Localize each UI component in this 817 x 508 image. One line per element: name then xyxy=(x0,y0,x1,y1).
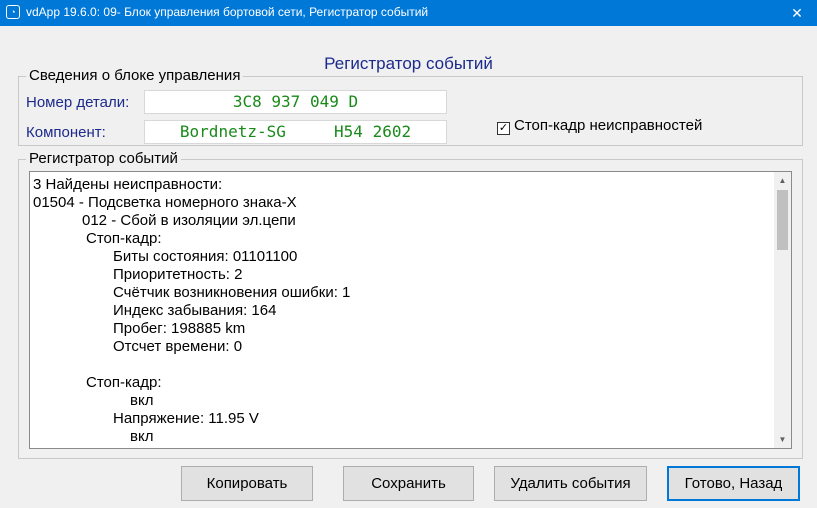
log-line: 01504 - Подсветка номерного знака-Х xyxy=(33,194,297,211)
title-bar: ◔ vdApp 19.6.0: 09- Блок управления борт… xyxy=(0,0,817,26)
scroll-up-icon[interactable]: ▲ xyxy=(774,172,791,189)
checkbox-box[interactable]: ✓ xyxy=(497,122,510,135)
vertical-scrollbar[interactable]: ▲ ▼ xyxy=(774,172,791,448)
log-line: Счётчик возникновения ошибки: 1 xyxy=(113,284,351,301)
log-line: Пробег: 198885 km xyxy=(113,320,246,337)
app-icon: ◔ xyxy=(6,5,20,19)
log-line: Напряжение: 11.95 V xyxy=(113,410,259,427)
scroll-down-icon[interactable]: ▼ xyxy=(774,431,791,448)
log-line: вкл xyxy=(130,392,154,409)
freeze-frame-checkbox-label: Стоп-кадр неисправностей xyxy=(514,117,703,134)
delete-events-button[interactable]: Удалить события xyxy=(494,466,647,501)
event-log-textbox[interactable]: 3 Найдены неисправности: 01504 - Подсвет… xyxy=(29,171,792,449)
log-line: Индекс забывания: 164 xyxy=(113,302,277,319)
log-line: 3 Найдены неисправности: xyxy=(33,176,223,193)
event-log-group-title: Регистратор событий xyxy=(26,150,181,168)
part-number-field: 3C8 937 049 D xyxy=(144,90,447,114)
copy-button[interactable]: Копировать xyxy=(181,466,313,501)
scrollbar-thumb[interactable] xyxy=(777,190,788,250)
close-icon[interactable]: ✕ xyxy=(777,0,817,26)
log-line: Приоритетность: 2 xyxy=(113,266,243,283)
log-line: вкл xyxy=(130,428,154,445)
log-line: Биты состояния: 01101100 xyxy=(113,248,298,265)
log-line: Отсчет времени: 0 xyxy=(113,338,243,355)
log-line: Стоп-кадр: xyxy=(86,230,162,247)
done-back-button[interactable]: Готово, Назад xyxy=(667,466,800,501)
control-unit-group-title: Сведения о блоке управления xyxy=(26,67,244,85)
freeze-frame-checkbox[interactable]: ✓ Стоп-кадр неисправностей xyxy=(497,117,702,135)
component-field: Bordnetz-SG H54 2602 xyxy=(144,120,447,144)
window-title: vdApp 19.6.0: 09- Блок управления бортов… xyxy=(26,5,429,19)
log-line: 012 - Сбой в изоляции эл.цепи xyxy=(82,212,296,229)
part-number-label: Номер детали: xyxy=(26,94,130,111)
component-label: Компонент: xyxy=(26,124,106,141)
save-button[interactable]: Сохранить xyxy=(343,466,474,501)
log-line: Стоп-кадр: xyxy=(86,374,162,391)
